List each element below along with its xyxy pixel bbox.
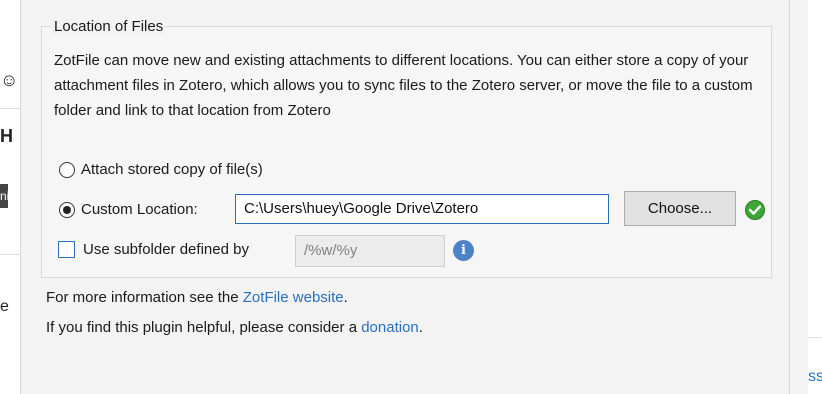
footer-text: For more information see the [46, 289, 243, 306]
footer-text: . [343, 289, 348, 306]
custom-location-option[interactable]: Custom Location: [59, 201, 198, 218]
custom-location-label: Custom Location: [81, 201, 198, 218]
info-icon[interactable]: i [453, 240, 474, 261]
use-subfolder-checkbox[interactable] [58, 241, 75, 258]
custom-location-radio[interactable] [59, 201, 75, 218]
background-link[interactable]: ssi [808, 368, 822, 386]
preferences-dialog: Location of Files ZotFile can move new a… [20, 0, 790, 394]
group-description: ZotFile can move new and existing attach… [54, 52, 753, 119]
divider [0, 108, 20, 109]
background-text: H [0, 126, 13, 146]
divider [808, 337, 822, 338]
background-text: e [0, 298, 9, 315]
check-icon [745, 200, 765, 220]
use-subfolder-option[interactable]: Use subfolder defined by [58, 241, 249, 258]
attach-stored-option[interactable]: Attach stored copy of file(s) [59, 161, 263, 178]
background-tooltip: ni [0, 184, 8, 208]
smiley-icon: ☺ [0, 70, 19, 90]
footer-text: If you find this plugin helpful, please … [46, 319, 362, 336]
background-app-left: ☺ H ni e [0, 0, 20, 394]
zotfile-website-link[interactable]: ZotFile website [243, 289, 344, 306]
use-subfolder-label: Use subfolder defined by [83, 241, 249, 258]
attach-stored-radio[interactable] [59, 161, 75, 178]
footer-line-website: For more information see the ZotFile web… [46, 289, 348, 306]
divider [0, 254, 20, 255]
footer-text: . [418, 319, 423, 336]
background-app-right: ssi [808, 0, 822, 394]
custom-location-input[interactable]: C:\Users\huey\Google Drive\Zotero [235, 194, 609, 224]
group-legend: Location of Files [51, 18, 167, 35]
choose-button[interactable]: Choose... [624, 191, 736, 226]
donation-link[interactable]: donation [361, 319, 419, 336]
subfolder-pattern-input[interactable]: /%w/%y [295, 235, 445, 267]
attach-stored-label: Attach stored copy of file(s) [81, 161, 263, 178]
footer-line-donation: If you find this plugin helpful, please … [46, 319, 423, 336]
